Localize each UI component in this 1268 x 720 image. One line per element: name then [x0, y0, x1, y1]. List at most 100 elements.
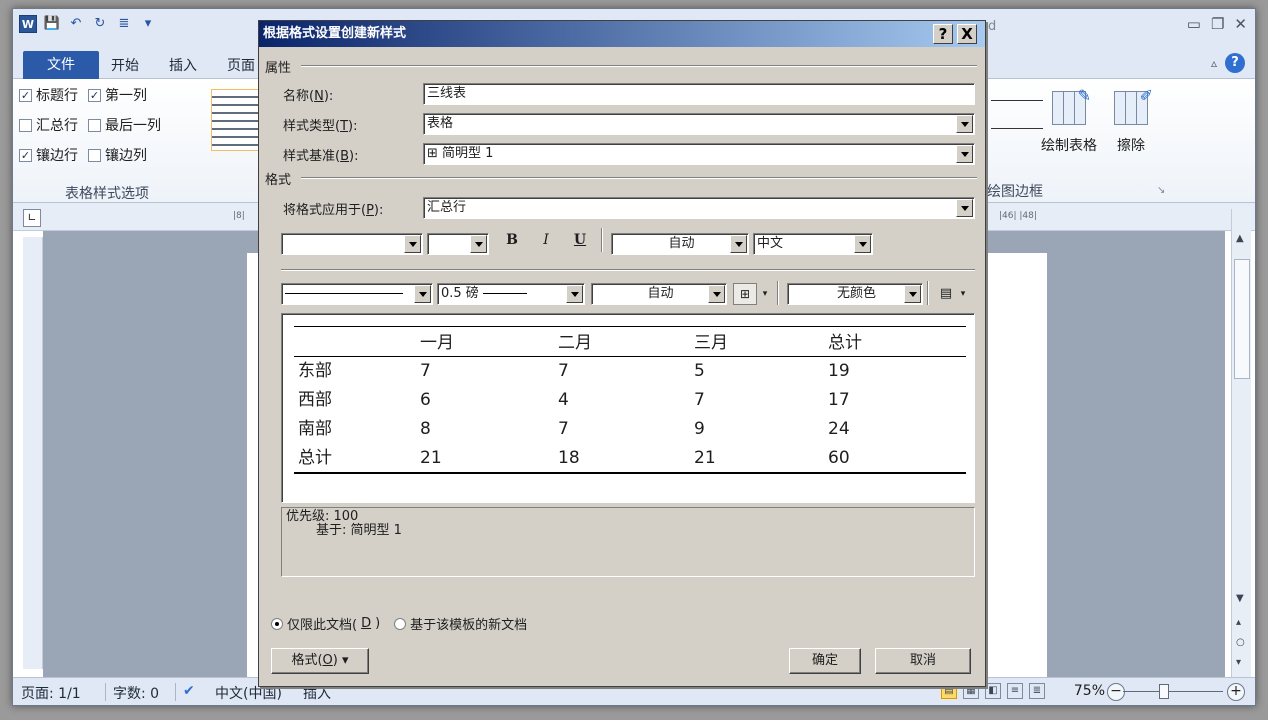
pen-weight-selector[interactable] — [991, 117, 1043, 129]
border-style-select[interactable] — [281, 283, 433, 305]
style-type-label: 样式类型(T): — [283, 119, 358, 134]
dialog-help-button[interactable]: ? — [933, 24, 953, 44]
status-word-count[interactable]: 字数: 0 — [113, 683, 159, 703]
format-menu-button[interactable]: 格式(O) ▾ — [271, 648, 369, 674]
prev-page-icon[interactable]: ▴ — [1236, 617, 1241, 628]
chevron-down-icon — [404, 235, 421, 253]
close-window-icon[interactable]: ✕ — [1234, 15, 1247, 33]
table-cell: 东部 — [298, 361, 332, 381]
description-based-on: 基于: 简明型 1 — [316, 523, 402, 538]
proofing-icon[interactable]: ✔ — [183, 683, 195, 699]
tab-page-layout[interactable]: 页面 — [227, 55, 255, 75]
borders-icon[interactable]: ⊞ — [733, 283, 757, 305]
description-priority: 优先级: 100 — [286, 509, 359, 524]
save-icon[interactable]: 💾 — [43, 15, 61, 33]
chevron-down-icon — [956, 115, 973, 133]
collapse-ribbon-icon[interactable]: ▵ — [1211, 56, 1217, 70]
table-cell: 21 — [420, 448, 442, 468]
paragraph-format-icon[interactable]: ≣ — [115, 15, 133, 33]
table-cell: 7 — [694, 390, 705, 410]
word-app-icon[interactable]: W — [19, 15, 37, 33]
dialog-launcher-icon[interactable]: ↘ — [1157, 185, 1165, 196]
borders-dropdown-icon[interactable]: ▾ — [759, 283, 771, 305]
style-name-input[interactable]: 三线表 — [423, 83, 975, 105]
group-label-table-style-options: 表格样式选项 — [65, 186, 149, 202]
checkbox-banded-rows[interactable]: ✓ 镶边行 — [19, 145, 78, 165]
table-cell: 7 — [558, 419, 569, 439]
chevron-down-icon — [708, 285, 725, 303]
font-size-select[interactable] — [427, 233, 489, 255]
font-name-select[interactable] — [281, 233, 423, 255]
checkbox-total-row[interactable]: 汇总行 — [19, 115, 78, 135]
draft-icon[interactable]: ≣ — [1029, 683, 1045, 699]
next-page-icon[interactable]: ▾ — [1236, 657, 1241, 668]
help-icon[interactable]: ? — [1225, 53, 1245, 73]
zoom-slider-knob[interactable] — [1159, 684, 1169, 699]
table-cell: 24 — [828, 419, 850, 439]
table-cell: 9 — [694, 419, 705, 439]
browse-object-icon[interactable]: ○ — [1236, 637, 1245, 648]
undo-icon[interactable]: ↶ — [67, 15, 85, 33]
cancel-button[interactable]: 取消 — [875, 648, 971, 674]
bold-button[interactable]: B — [501, 229, 523, 251]
shading-select[interactable]: 无颜色 — [787, 283, 923, 305]
preview-header-cell — [294, 327, 420, 356]
checkbox-header-row[interactable]: ✓ 标题行 — [19, 85, 78, 105]
script-select[interactable]: 中文 — [753, 233, 873, 255]
table-cell: 21 — [694, 448, 716, 468]
dialog-close-button[interactable]: X — [957, 24, 977, 44]
pen-style-selector[interactable] — [991, 89, 1043, 101]
apply-to-select[interactable]: 汇总行 — [423, 197, 975, 219]
underline-button[interactable]: U — [569, 229, 591, 251]
preview-table: 一月 二月 三月 总计 东部 7 7 5 19 西部 6 4 7 17 南部 8… — [294, 326, 966, 474]
scroll-up-icon[interactable]: ▲ — [1236, 233, 1244, 244]
dialog-title: 根据格式设置创建新样式 — [259, 21, 985, 47]
draw-table-icon: ✎ — [1052, 86, 1091, 125]
checkbox-last-column[interactable]: 最后一列 — [88, 115, 161, 135]
web-layout-icon[interactable]: ◧ — [985, 683, 1001, 699]
chevron-down-icon — [470, 235, 487, 253]
radio-this-document[interactable]: 仅限此文档(D) — [271, 614, 380, 633]
border-width-select[interactable]: 0.5 磅 — [437, 283, 585, 305]
draw-table-button[interactable]: ✎ 绘制表格 — [1041, 86, 1097, 155]
minimize-icon[interactable]: ▭ — [1187, 15, 1201, 33]
italic-button[interactable]: I — [535, 229, 557, 251]
zoom-in-icon[interactable]: + — [1227, 683, 1245, 701]
vertical-scrollbar[interactable]: ▲ ▼ ▴ ○ ▾ — [1231, 209, 1251, 677]
table-row: 西部 6 4 7 17 — [294, 386, 966, 415]
zoom-out-icon[interactable]: − — [1107, 683, 1125, 701]
chevron-down-icon — [904, 285, 921, 303]
checkbox-first-column[interactable]: ✓ 第一列 — [88, 85, 147, 105]
tab-home[interactable]: 开始 — [111, 55, 139, 75]
outline-icon[interactable]: ≡ — [1007, 683, 1023, 699]
alignment-dropdown-icon[interactable]: ▾ — [957, 283, 969, 305]
eraser-button[interactable]: ✐ 擦除 — [1103, 86, 1159, 155]
table-style-thumbnail[interactable] — [211, 89, 259, 151]
tab-insert[interactable]: 插入 — [169, 55, 197, 75]
redo-icon[interactable]: ↻ — [91, 15, 109, 33]
ruler-tick-right: |46| |48| — [999, 211, 1037, 221]
table-cell: 5 — [694, 361, 705, 381]
scroll-down-icon[interactable]: ▼ — [1236, 593, 1244, 604]
table-style-options: ✓ 标题行 ✓ 第一列 汇总行 最后一列 ✓ 镶边行 镶边列 — [19, 85, 161, 175]
cell-alignment-icon[interactable]: ▤ — [935, 283, 957, 305]
tab-file[interactable]: 文件 — [23, 51, 99, 79]
customize-qat-icon[interactable]: ▾ — [139, 15, 157, 33]
style-preview: 一月 二月 三月 总计 东部 7 7 5 19 西部 6 4 7 17 南部 8… — [281, 313, 975, 503]
create-style-dialog: 根据格式设置创建新样式 ? X 属性 名称(N): 三线表 样式类型(T): 表… — [258, 20, 986, 687]
style-type-select[interactable]: 表格 — [423, 113, 975, 135]
tab-selector[interactable]: ∟ — [23, 209, 41, 227]
table-cell: 17 — [828, 390, 850, 410]
table-cell: 7 — [558, 361, 569, 381]
checkbox-banded-columns[interactable]: 镶边列 — [88, 145, 147, 165]
restore-icon[interactable]: ❐ — [1211, 15, 1224, 33]
style-base-select[interactable]: ⊞ 简明型 1 — [423, 143, 975, 165]
border-color-select[interactable]: 自动 — [591, 283, 727, 305]
zoom-slider[interactable] — [1123, 691, 1223, 692]
scroll-thumb[interactable] — [1234, 259, 1250, 379]
ok-button[interactable]: 确定 — [789, 648, 861, 674]
zoom-level[interactable]: 75% — [1074, 683, 1105, 699]
radio-new-documents-template[interactable]: 基于该模板的新文档 — [394, 614, 527, 633]
font-color-select[interactable]: 自动 — [611, 233, 749, 255]
status-page[interactable]: 页面: 1/1 — [21, 683, 81, 703]
